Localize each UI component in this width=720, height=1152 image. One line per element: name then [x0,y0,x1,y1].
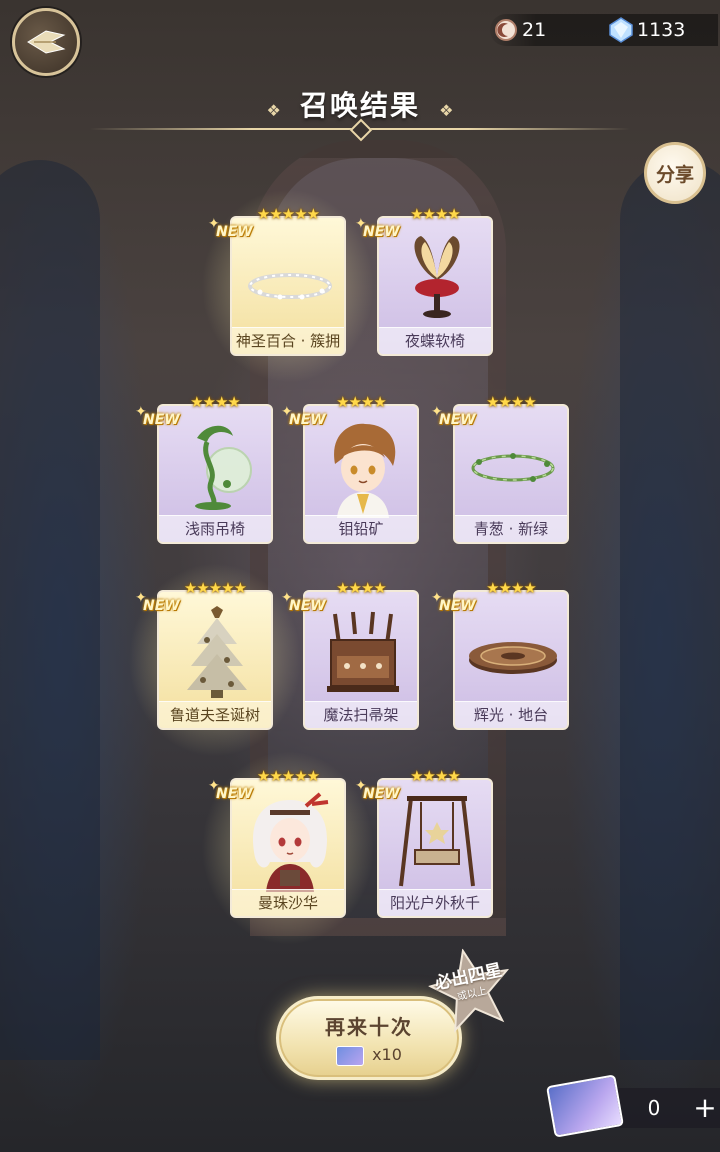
moon-coin-value: 21 [522,19,547,41]
share-button[interactable]: 分享 [644,142,706,204]
title-deco-left-icon: ❖ [266,101,281,120]
share-label: 分享 [655,163,694,186]
page-title: 召唤结果 [299,89,420,122]
result-card[interactable]: 阳光户外秋千 ★★★★ ✦ NEW [355,767,493,918]
platform-icon [469,642,557,674]
hanging-chair-icon [195,425,252,510]
result-card[interactable]: 辉光 · 地台 ★★★★ ✦ NEW [431,579,569,730]
new-badge: NEW [289,598,326,614]
background-pillar-left [0,160,100,1060]
result-card[interactable]: 神圣百合 · 簇拥 ★★★★★ ✦ NEW [190,176,386,396]
halo-icon [248,273,332,300]
moon-coin-counter: 21 [494,14,546,46]
card-name: 辉光 · 地台 [455,701,567,728]
new-badge: NEW [439,412,476,428]
result-card[interactable]: 鲁道夫圣诞树 ★★★★★ ✦ NEW [117,550,313,770]
card-name: 鲁道夫圣诞树 [159,701,271,728]
card-name: 夜蝶软椅 [379,327,491,354]
rarity-stars: ★★★★ [410,767,461,785]
new-badge: NEW [439,598,476,614]
title-deco-right-icon: ❖ [439,101,454,120]
diamond-icon [609,17,633,43]
guarantee-badge: 必出四星 或以上 [422,940,519,1037]
result-card[interactable]: 夜蝶软椅 ★★★★ ✦ NEW [355,205,493,356]
card-name: 青葱 · 新绿 [455,515,567,542]
moon-coin-icon [495,19,517,41]
rarity-stars: ★★★★ [190,393,241,411]
new-badge: NEW [363,786,400,802]
diamond-value: 1133 [637,19,686,41]
butterfly-chair-icon [414,236,460,318]
rarity-stars: ★★★★★ [183,579,247,597]
summon-cost: x10 [279,1045,459,1066]
rarity-stars: ★★★★ [336,393,387,411]
result-card[interactable]: 曼珠沙华 ★★★★★ ✦ NEW [190,738,386,958]
rarity-stars: ★★★★ [410,205,461,223]
card-name: 魔法扫帚架 [305,701,417,728]
new-badge: NEW [363,224,400,240]
result-card[interactable]: 魔法扫帚架 ★★★★ ✦ NEW [281,579,419,730]
card-name: 神圣百合 · 簇拥 [232,327,344,354]
card-name: 阳光户外秋千 [379,889,491,916]
new-badge: NEW [143,598,180,614]
ticket-icon [336,1045,365,1066]
new-badge: NEW [216,786,253,802]
back-wing-icon [27,30,66,54]
rarity-stars: ★★★★★ [256,767,320,785]
girl-character-icon [252,792,329,892]
summon-again-label: 再来十次 [325,1015,413,1039]
card-name: 曼珠沙华 [232,889,344,916]
new-badge: NEW [216,224,253,240]
summon-cost-value: x10 [372,1045,402,1064]
new-badge: NEW [289,412,326,428]
add-ticket-button[interactable]: + [690,1088,720,1128]
rarity-stars: ★★★★ [336,579,387,597]
christmas-tree-icon [187,606,247,698]
ticket-count: 0 [647,1096,661,1120]
background-pillar-right [620,160,720,1060]
result-card[interactable]: 钼铅矿 ★★★★ ✦ NEW [281,393,419,544]
swing-icon [399,796,475,887]
back-button[interactable] [12,8,80,76]
rarity-stars: ★★★★ [486,393,537,411]
vine-halo-icon [471,453,555,482]
new-badge: NEW [143,412,180,428]
broom-rack-icon [327,611,399,692]
result-card[interactable]: 浅雨吊椅 ★★★★ ✦ NEW [135,393,273,544]
card-name: 钼铅矿 [305,515,417,542]
boy-character-icon [334,423,396,518]
card-name: 浅雨吊椅 [159,515,271,542]
result-card[interactable]: 青葱 · 新绿 ★★★★ ✦ NEW [431,393,569,544]
rarity-stars: ★★★★ [486,579,537,597]
diamond-counter: 1133 [608,14,685,46]
rarity-stars: ★★★★★ [256,205,320,223]
